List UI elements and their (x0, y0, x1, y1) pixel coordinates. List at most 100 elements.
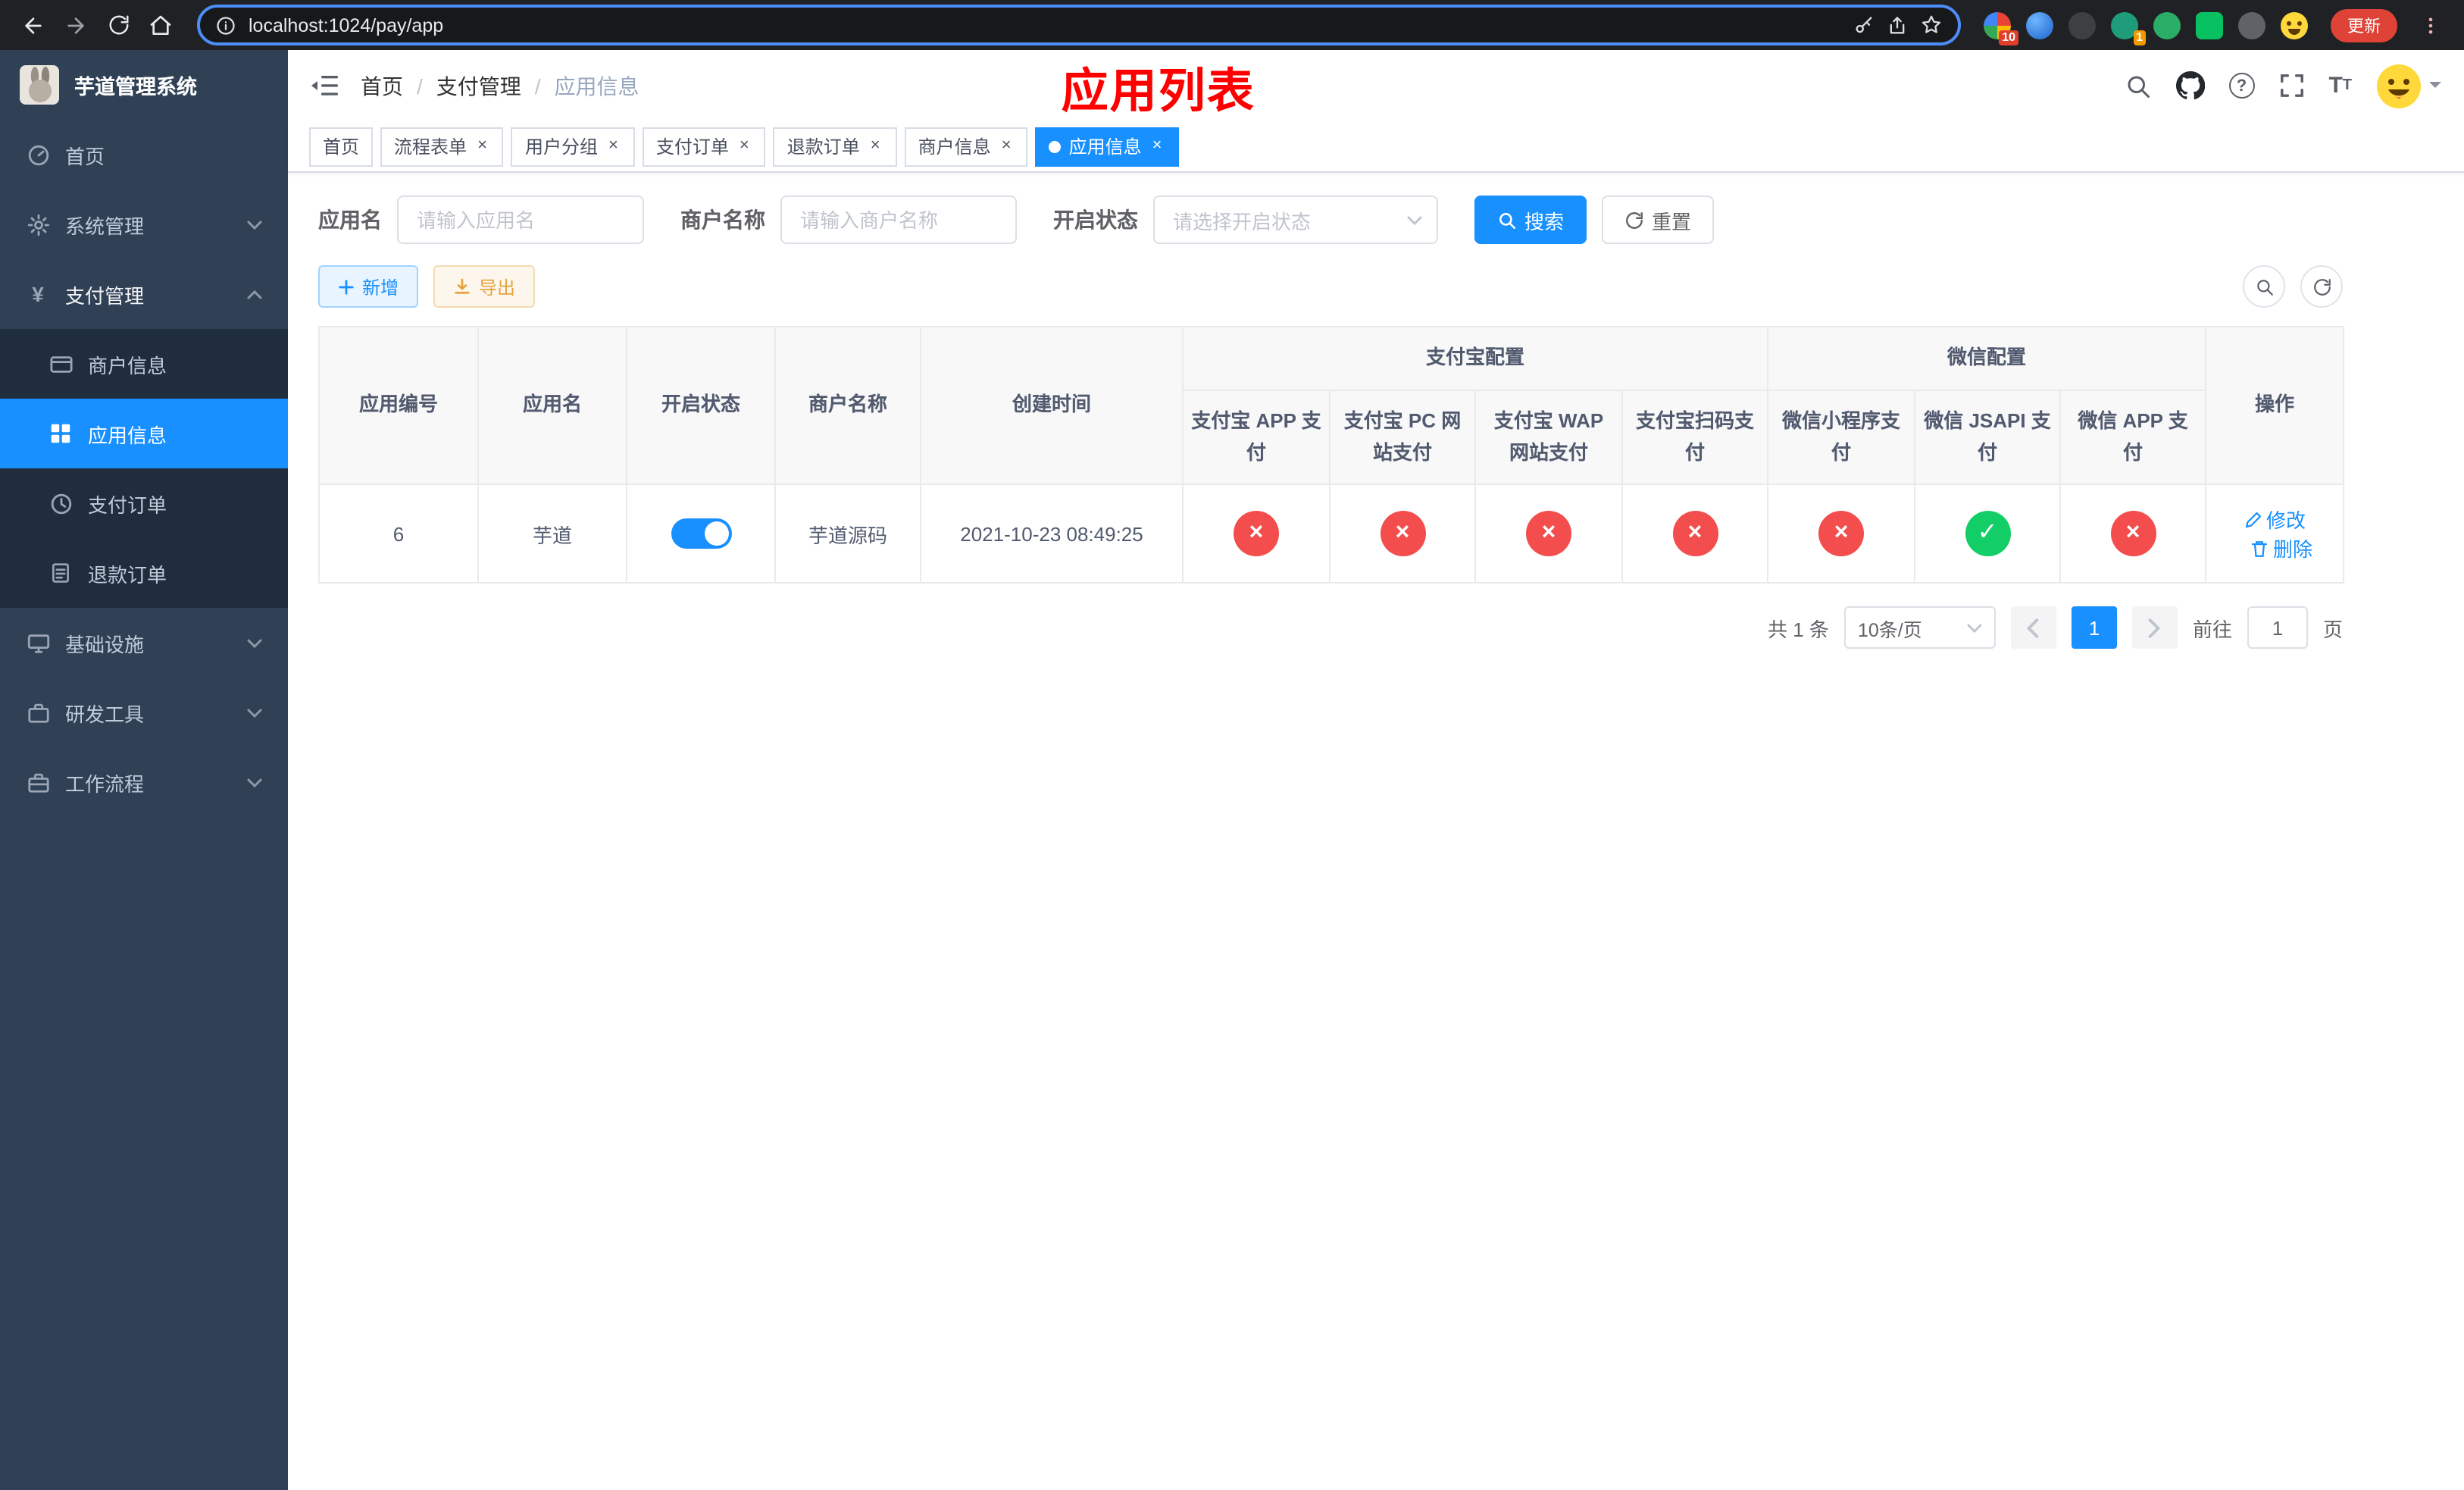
chevron-down-icon (2429, 82, 2441, 94)
forward-icon[interactable] (58, 7, 94, 43)
sidebar-item-system[interactable]: 系统管理 (0, 189, 288, 259)
tab-label: 用户分组 (524, 136, 598, 158)
next-page-button[interactable] (2131, 606, 2178, 650)
sidebar-item-merchant-info[interactable]: 商户信息 (0, 329, 288, 399)
font-size-icon[interactable]: TT (2328, 73, 2352, 99)
sidebar-item-label: 支付管理 (65, 284, 145, 307)
page-1-button[interactable]: 1 (2071, 606, 2117, 650)
tab-refund-orders[interactable]: 退款订单 × (773, 127, 897, 166)
user-avatar[interactable] (2376, 63, 2441, 108)
dashboard-icon (26, 143, 50, 166)
reset-button[interactable]: 重置 (1602, 196, 1715, 244)
document-icon (48, 562, 73, 584)
share-icon[interactable] (1887, 14, 1908, 36)
chevron-down-icon (247, 707, 262, 718)
sidebar-item-dev-tools[interactable]: 研发工具 (0, 678, 288, 747)
close-icon[interactable]: × (1149, 136, 1165, 156)
close-icon[interactable]: × (736, 136, 752, 156)
tab-app-info[interactable]: 应用信息 × (1035, 127, 1179, 166)
app-name-input[interactable] (397, 196, 644, 244)
extension-avatar-icon[interactable]: 1 (2111, 11, 2146, 45)
extension-blue-icon[interactable] (2026, 11, 2053, 39)
site-info-icon[interactable] (215, 14, 236, 36)
sidebar-item-workflow[interactable]: 工作流程 (0, 747, 288, 817)
wechat-jsapi-status-icon: ✓ (1965, 511, 2011, 557)
grid-icon (48, 423, 73, 444)
chevron-up-icon (247, 289, 262, 299)
tab-merchant-info[interactable]: 商户信息 × (904, 127, 1028, 166)
add-button[interactable]: 新增 (318, 265, 419, 308)
browser-menu-icon[interactable] (2412, 7, 2449, 43)
bookmark-star-icon[interactable] (1920, 14, 1943, 36)
extension-wechat-icon[interactable] (2153, 11, 2181, 39)
sidebar-item-app-info[interactable]: 应用信息 (0, 399, 288, 468)
tab-label: 流程表单 (394, 136, 467, 158)
sidebar-item-infra[interactable]: 基础设施 (0, 608, 288, 678)
browser-toolbar: localhost:1024/pay/app 10 1 更新 (0, 0, 2464, 50)
top-navbar: 首页 / 支付管理 / 应用信息 应用列表 ? T T (288, 50, 2464, 121)
sidebar-item-payment[interactable]: ¥ 支付管理 (0, 259, 288, 329)
extension-green-square-icon[interactable] (2196, 11, 2223, 39)
sidebar-fold-icon[interactable] (311, 74, 338, 97)
breadcrumb-home[interactable]: 首页 (361, 70, 403, 101)
extension-dark-icon[interactable] (2068, 11, 2096, 39)
sidebar-item-refund-orders[interactable]: 退款订单 (0, 538, 288, 608)
refresh-table-button[interactable] (2300, 265, 2343, 308)
help-icon[interactable]: ? (2228, 73, 2255, 99)
address-bar[interactable]: localhost:1024/pay/app (197, 5, 1961, 45)
back-icon[interactable] (15, 7, 52, 43)
status-select[interactable]: 请选择开启状态 (1153, 196, 1438, 244)
prev-page-button[interactable] (2010, 606, 2056, 650)
sidebar-item-label: 支付订单 (88, 493, 167, 516)
sidebar-item-pay-orders[interactable]: 支付订单 (0, 468, 288, 538)
alipay-wap-status-icon: × (1526, 511, 1571, 557)
breadcrumb-payment[interactable]: 支付管理 (436, 70, 521, 101)
col-group-alipay: 支付宝配置 (1181, 326, 1769, 391)
tab-label: 商户信息 (918, 136, 991, 158)
edit-button[interactable]: 修改 (2244, 506, 2306, 534)
search-button-label: 搜索 (1524, 210, 1565, 233)
password-key-icon[interactable] (1853, 14, 1875, 36)
sidebar-item-home[interactable]: 首页 (0, 120, 288, 189)
refresh-icon (1626, 211, 1643, 228)
logo-image (20, 65, 59, 105)
tab-user-group[interactable]: 用户分组 × (511, 127, 635, 166)
tab-pay-orders[interactable]: 支付订单 × (642, 127, 766, 166)
enable-toggle[interactable] (671, 518, 731, 549)
extension-pinwheel-icon[interactable]: 10 (1984, 11, 2018, 45)
close-icon[interactable]: × (605, 136, 621, 156)
page-size-select[interactable]: 10条/页 (1843, 606, 1996, 650)
tab-home[interactable]: 首页 (309, 127, 374, 166)
breadcrumb-separator: / (534, 74, 541, 98)
home-icon[interactable] (142, 7, 179, 43)
chevron-down-icon (1407, 215, 1422, 225)
search-icon[interactable] (2124, 72, 2151, 99)
export-button[interactable]: 导出 (433, 265, 536, 308)
goto-page-input[interactable] (2247, 606, 2308, 650)
wechat-mini-status-icon: × (1818, 511, 1865, 557)
delete-button[interactable]: 删除 (2250, 534, 2312, 563)
url-text[interactable]: localhost:1024/pay/app (249, 14, 443, 36)
col-merchant-name: 商户名称 (774, 325, 921, 486)
merchant-name-input[interactable] (780, 196, 1017, 244)
gear-icon (26, 213, 50, 236)
tab-label: 退款订单 (786, 136, 860, 158)
extension-puzzle-icon[interactable] (2238, 11, 2265, 39)
briefcase-icon (26, 771, 50, 794)
app-logo[interactable]: 芋道管理系统 (0, 50, 288, 120)
chrome-update-button[interactable]: 更新 (2331, 8, 2397, 42)
toggle-search-button[interactable] (2243, 265, 2285, 308)
chevron-down-icon (1967, 624, 1982, 633)
close-icon[interactable]: × (474, 136, 490, 156)
reset-button-label: 重置 (1652, 210, 1692, 233)
sidebar-item-label: 应用信息 (88, 424, 167, 446)
tab-process-form[interactable]: 流程表单 × (380, 127, 504, 166)
close-icon[interactable]: × (999, 136, 1015, 156)
status-label: 开启状态 (1053, 208, 1138, 232)
close-icon[interactable]: × (868, 136, 883, 156)
search-button[interactable]: 搜索 (1474, 196, 1587, 244)
refresh-icon[interactable] (100, 7, 136, 43)
github-icon[interactable] (2175, 71, 2205, 100)
profile-avatar-icon[interactable] (2281, 11, 2308, 39)
fullscreen-icon[interactable] (2278, 73, 2304, 99)
